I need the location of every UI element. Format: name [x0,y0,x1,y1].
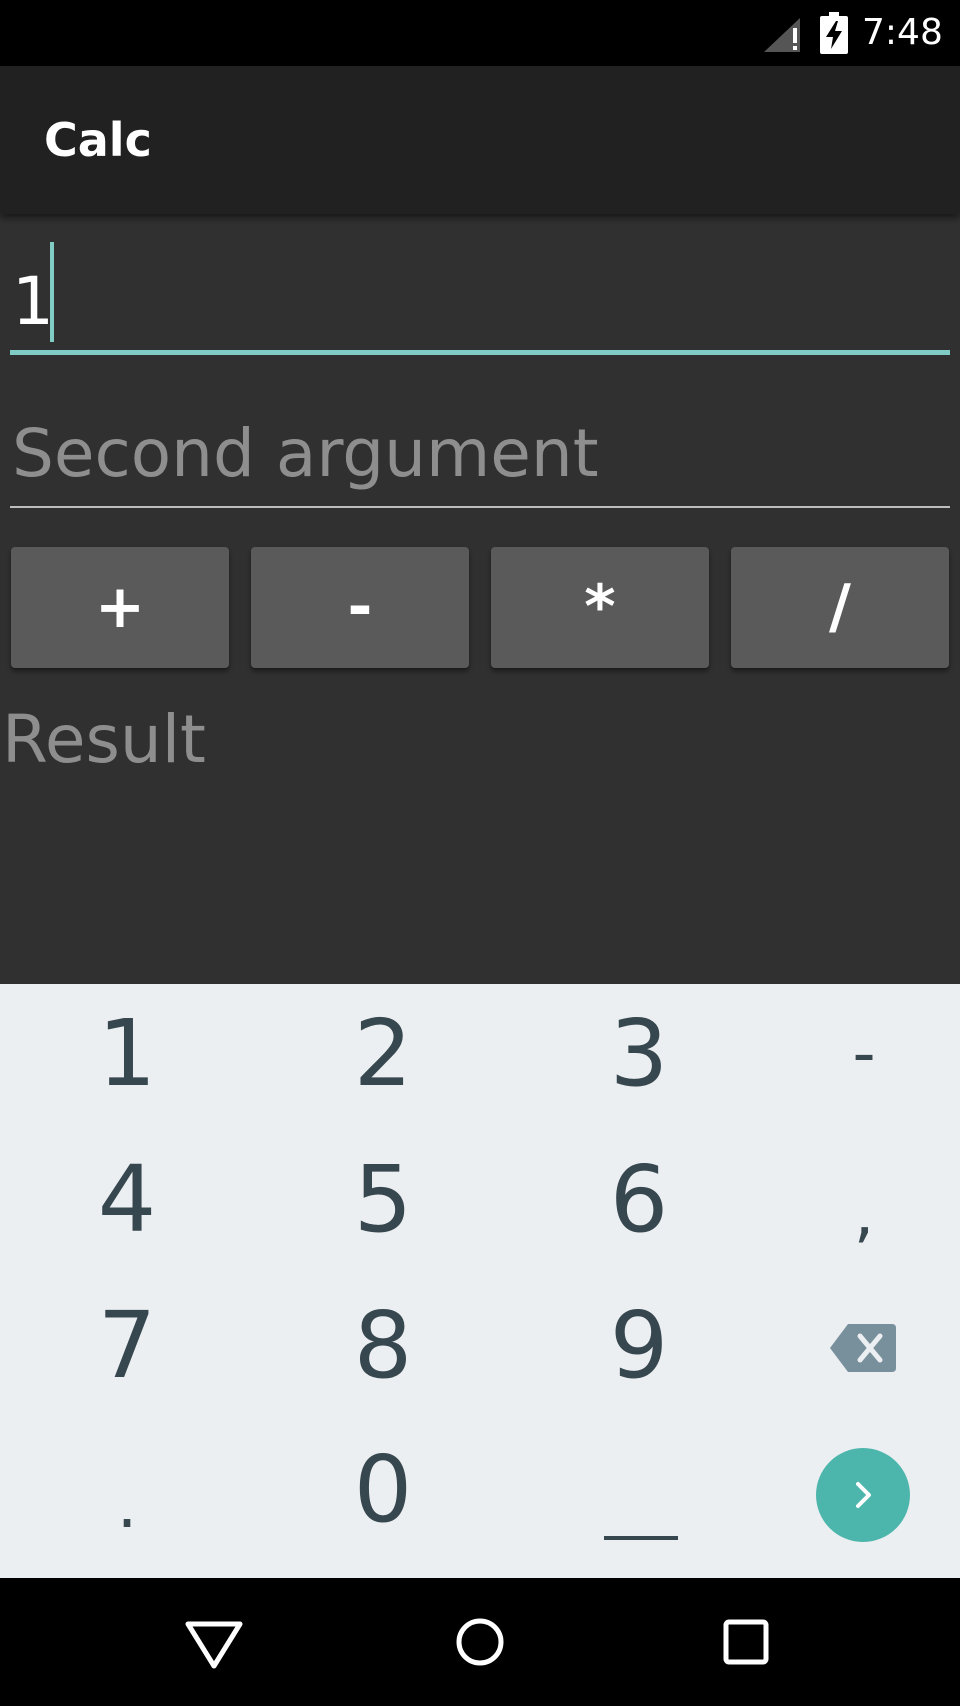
first-argument-value: 1 [12,263,54,340]
key-6[interactable]: 6 [539,1130,739,1270]
plus-button[interactable]: + [11,547,229,668]
key-period[interactable]: . [27,1436,227,1576]
app-bar: Calc [0,66,960,214]
status-bar: 7:48 [0,0,960,66]
numeric-keyboard: 1 2 3 - 4 5 6 , 7 8 9 . 0 [0,984,960,1578]
back-icon[interactable] [174,1602,254,1682]
navigation-bar [0,1578,960,1706]
space-icon [604,1536,678,1540]
key-4[interactable]: 4 [27,1130,227,1270]
key-5[interactable]: 5 [283,1130,483,1270]
status-time: 7:48 [862,12,943,53]
second-argument-input[interactable]: Second argument [10,400,950,510]
recents-icon[interactable] [706,1602,786,1682]
backspace-icon[interactable] [830,1324,896,1372]
multiply-button[interactable]: * [491,547,709,668]
key-8[interactable]: 8 [283,1276,483,1416]
chevron-right-icon [856,1482,871,1508]
battery-charging-icon [820,12,848,54]
key-2[interactable]: 2 [283,984,483,1124]
first-argument-input[interactable]: 1 [10,232,950,356]
key-comma[interactable]: , [764,1144,960,1284]
second-argument-placeholder: Second argument [12,415,599,492]
result-label: Result [2,701,206,778]
minus-button[interactable]: - [251,547,469,668]
app-title: Calc [44,113,152,167]
enter-key[interactable] [816,1448,910,1542]
key-7[interactable]: 7 [27,1276,227,1416]
key-0[interactable]: 0 [283,1420,483,1560]
screen: 7:48 Calc 1 Second argument + - * / Resu… [0,0,960,1706]
text-cursor [50,242,54,342]
key-3[interactable]: 3 [539,984,739,1124]
second-argument-underline [10,506,950,508]
key-9[interactable]: 9 [539,1276,739,1416]
space-key[interactable] [540,1434,740,1574]
home-icon[interactable] [440,1602,520,1682]
key-1[interactable]: 1 [27,984,227,1124]
signal-no-service-icon [764,18,800,52]
divide-button[interactable]: / [731,547,949,668]
first-argument-underline [10,350,950,355]
key-minus[interactable]: - [764,984,960,1124]
